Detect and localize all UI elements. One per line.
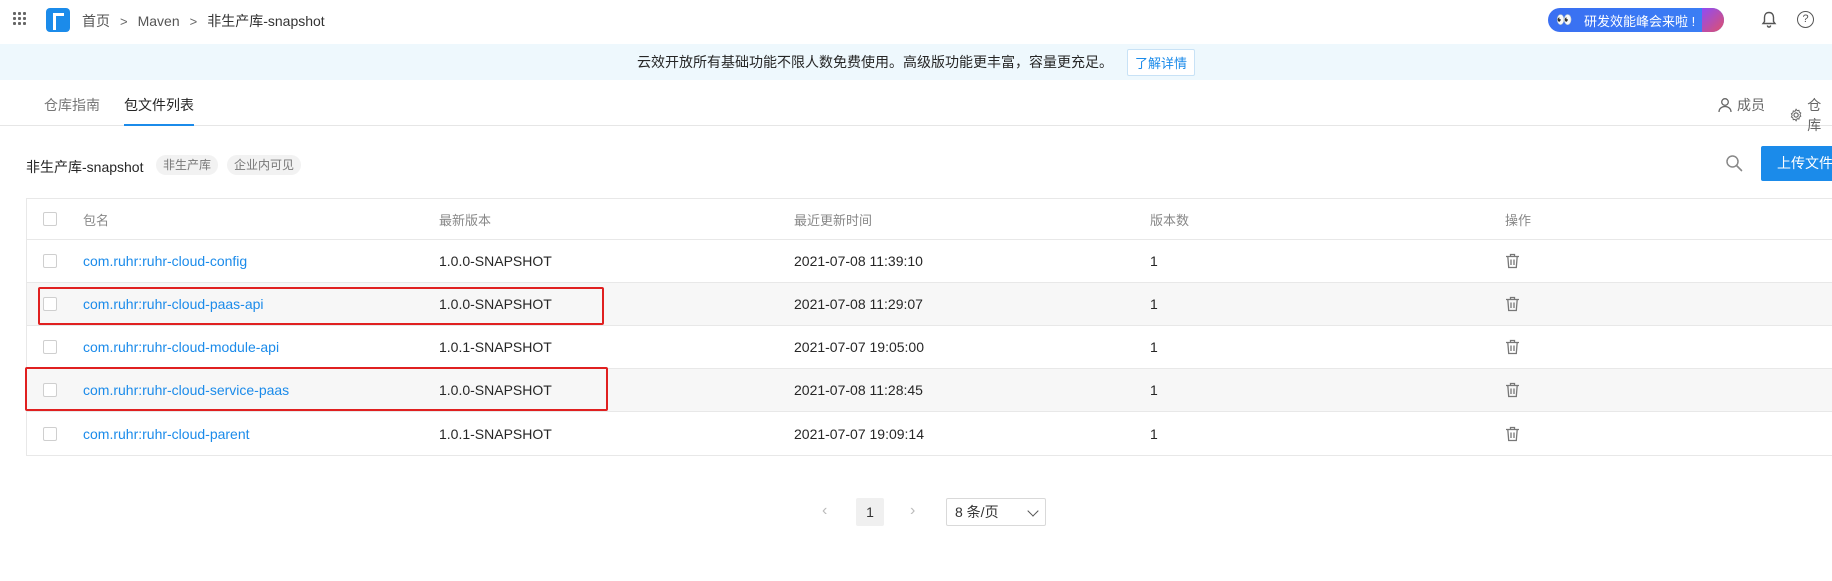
package-name-link[interactable]: com.ruhr:ruhr-cloud-parent (83, 426, 250, 442)
learn-more-button[interactable]: 了解详情 (1126, 48, 1195, 76)
tab-bar: 仓库指南 包文件列表 成员 仓库 (0, 80, 1832, 133)
upload-file-button[interactable]: 上传文件 (1761, 146, 1832, 181)
table-header-row: 包名 最新版本 最近更新时间 版本数 操作 (27, 199, 1832, 240)
page-size-select[interactable]: 8 条/页 (946, 498, 1046, 526)
table-row: com.ruhr:ruhr-cloud-module-api 1.0.1-SNA… (27, 326, 1832, 369)
promo-decoration-icon (1702, 8, 1724, 32)
updated-time: 2021-07-07 19:05:00 (794, 339, 924, 355)
version-count: 1 (1150, 253, 1158, 269)
top-bar: 首页 > Maven > 非生产库-snapshot 👀 研发效能峰会来啦 ! … (0, 0, 1832, 40)
highlight-box (25, 367, 608, 411)
pagination-next[interactable]: › (910, 502, 915, 520)
row-checkbox[interactable] (43, 254, 57, 268)
settings-link[interactable]: 仓库 (1789, 95, 1832, 135)
table-row: com.ruhr:ruhr-cloud-parent 1.0.1-SNAPSHO… (27, 412, 1832, 455)
tab-repo-guide[interactable]: 仓库指南 (44, 95, 100, 115)
row-checkbox[interactable] (43, 340, 57, 354)
version-count: 1 (1150, 296, 1158, 312)
breadcrumb-home[interactable]: 首页 (82, 11, 110, 31)
breadcrumb-current: 非生产库-snapshot (207, 13, 325, 29)
tab-package-list[interactable]: 包文件列表 (124, 95, 194, 115)
repo-visibility-tag: 企业内可见 (227, 155, 302, 175)
select-all-checkbox[interactable] (43, 212, 57, 226)
search-icon[interactable] (1725, 154, 1743, 172)
trash-icon[interactable] (1505, 253, 1520, 269)
user-icon (1718, 98, 1732, 113)
breadcrumb-separator-icon: > (120, 13, 128, 29)
promo-text: 研发效能峰会来啦 ! (1584, 13, 1696, 29)
members-label: 成员 (1737, 97, 1765, 113)
breadcrumb-maven[interactable]: Maven (138, 13, 180, 29)
breadcrumb-separator-icon: > (189, 13, 198, 29)
banner-text: 云效开放所有基础功能不限人数免费使用。高级版功能更丰富，容量更充足。 (636, 54, 1113, 70)
page-size-value: 8 条/页 (955, 504, 999, 520)
product-logo-icon[interactable] (46, 8, 70, 32)
trash-icon[interactable] (1505, 426, 1520, 442)
app-grid-icon[interactable] (13, 12, 27, 26)
package-table: 包名 最新版本 最近更新时间 版本数 操作 com.ruhr:ruhr-clou… (26, 198, 1832, 456)
active-tab-indicator (124, 124, 194, 126)
column-header-version: 最新版本 (439, 212, 492, 228)
updated-time: 2021-07-08 11:39:10 (794, 253, 923, 269)
pagination-page[interactable]: 1 (856, 498, 884, 526)
trash-icon[interactable] (1505, 339, 1520, 355)
repo-name: 非生产库-snapshot (26, 159, 144, 175)
promo-badge[interactable]: 👀 研发效能峰会来啦 ! (1548, 8, 1724, 32)
latest-version: 1.0.1-SNAPSHOT (439, 425, 552, 442)
highlight-box (38, 287, 604, 325)
members-link[interactable]: 成员 (1717, 95, 1765, 115)
column-header-count: 版本数 (1150, 212, 1190, 228)
version-count: 1 (1150, 425, 1158, 442)
version-count: 1 (1150, 339, 1158, 355)
updated-time: 2021-07-07 19:09:14 (794, 425, 924, 442)
help-icon[interactable]: ? (1797, 11, 1814, 28)
chevron-down-icon (1027, 505, 1039, 517)
table-row: com.ruhr:ruhr-cloud-config 1.0.0-SNAPSHO… (27, 240, 1832, 283)
bell-icon[interactable] (1761, 11, 1777, 29)
version-count: 1 (1150, 382, 1158, 398)
updated-time: 2021-07-08 11:29:07 (794, 296, 923, 312)
trash-icon[interactable] (1505, 382, 1520, 398)
column-header-name: 包名 (83, 212, 110, 228)
eyes-icon: 👀 (1556, 12, 1572, 27)
row-checkbox[interactable] (43, 426, 57, 441)
trash-icon[interactable] (1505, 296, 1520, 312)
announcement-banner: 云效开放所有基础功能不限人数免费使用。高级版功能更丰富，容量更充足。 了解详情 (0, 44, 1832, 80)
settings-label: 仓库 (1807, 97, 1822, 133)
updated-time: 2021-07-08 11:28:45 (794, 382, 923, 398)
column-header-updated: 最近更新时间 (794, 212, 873, 228)
column-header-actions: 操作 (1505, 212, 1532, 228)
latest-version: 1.0.0-SNAPSHOT (439, 253, 552, 269)
latest-version: 1.0.1-SNAPSHOT (439, 339, 552, 355)
breadcrumb: 首页 > Maven > 非生产库-snapshot (82, 11, 325, 31)
pagination-prev[interactable]: ‹ (822, 502, 827, 520)
gear-icon (1790, 108, 1802, 122)
package-name-link[interactable]: com.ruhr:ruhr-cloud-config (83, 253, 247, 269)
repo-type-tag: 非生产库 (156, 155, 219, 175)
package-name-link[interactable]: com.ruhr:ruhr-cloud-module-api (83, 339, 279, 355)
